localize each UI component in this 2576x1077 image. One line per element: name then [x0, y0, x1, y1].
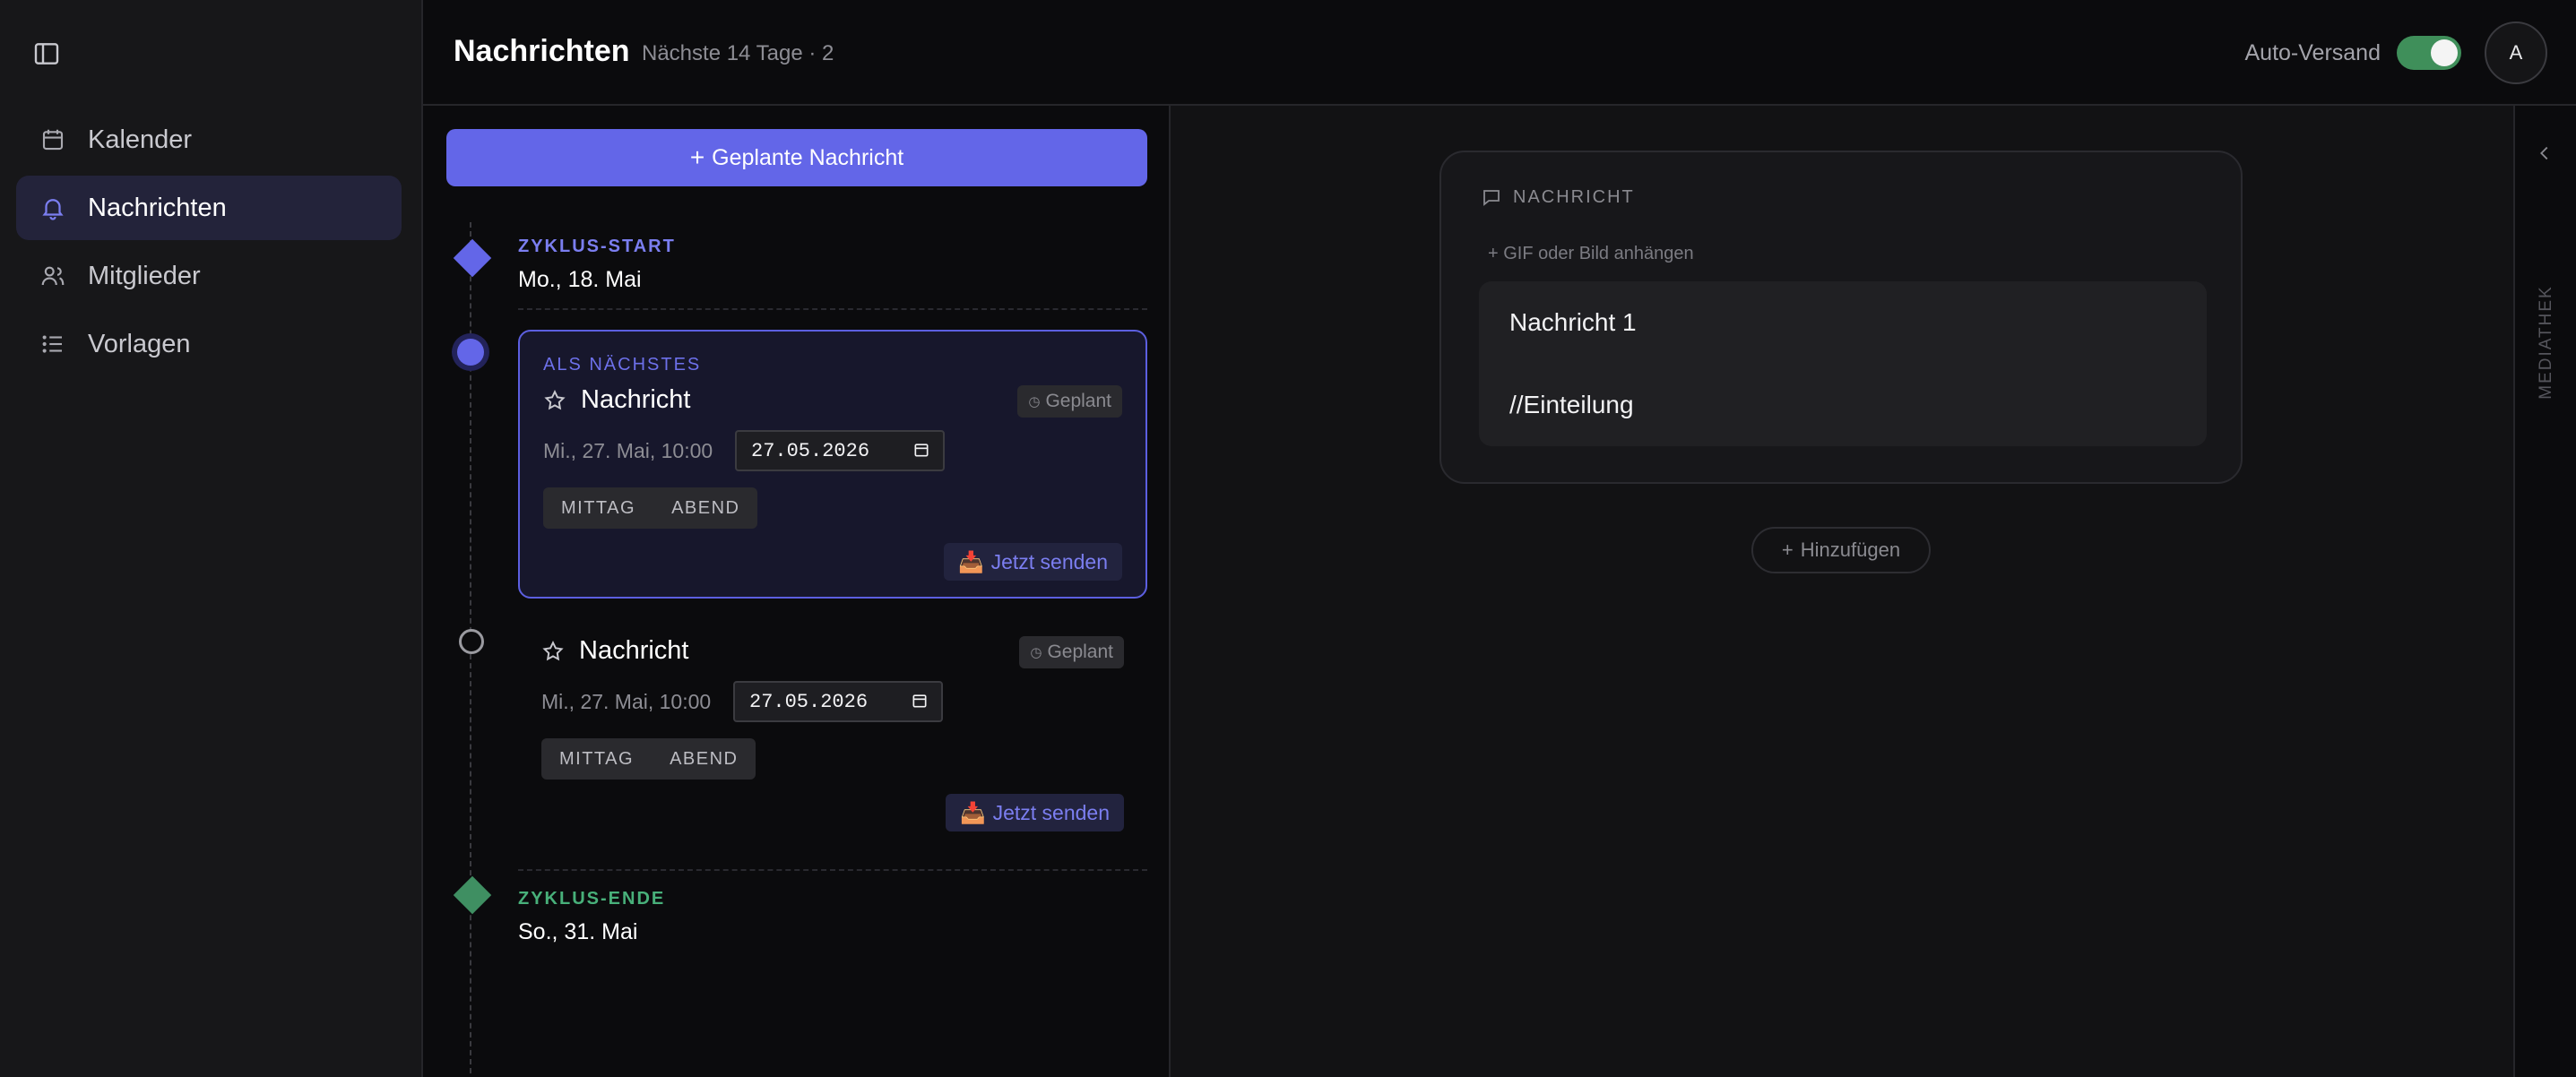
inbox-icon: 📥 — [957, 549, 984, 573]
list-icon — [38, 329, 68, 359]
calendar-picker-icon[interactable] — [911, 692, 929, 710]
chevron-left-icon[interactable] — [2535, 143, 2554, 163]
new-scheduled-message-label: Geplante Nachricht — [712, 144, 904, 170]
clock-icon: ◷ — [1028, 394, 1041, 409]
cycle-end-label: ZYKLUS-ENDE — [518, 889, 666, 909]
message-section-label: NACHRICHT — [1513, 186, 1635, 207]
next-marker-icon — [457, 339, 484, 366]
cycle-end-date: So., 31. Mai — [518, 919, 638, 944]
segment-mittag[interactable]: MITTAG — [543, 498, 653, 519]
status-badge: ◷ Geplant — [1019, 636, 1124, 668]
date-input-value: 27.05.2026 — [751, 439, 870, 462]
sidebar-item-label: Kalender — [88, 125, 193, 154]
chat-bubble-icon — [1483, 190, 1500, 206]
media-library-label-wrap: MEDIATHEK — [2526, 271, 2567, 414]
sidebar-nav: Kalender Nachrichten Mitglieder Vorlagen — [16, 108, 402, 380]
sidebar-toggle-icon[interactable] — [30, 38, 63, 70]
message-title: Nachricht — [579, 636, 689, 665]
message-section-header: NACHRICHT — [1481, 186, 1635, 208]
star-icon[interactable] — [543, 389, 566, 412]
message-line: //Einteilung — [1509, 391, 1634, 418]
message-title: Nachricht — [581, 385, 691, 414]
message-datetime: Mi., 27. Mai, 10:00 — [543, 439, 713, 462]
cycle-start-marker-icon — [453, 238, 492, 278]
status-badge-label: Geplant — [1045, 391, 1111, 411]
timeline-point-icon — [459, 629, 484, 654]
sidebar: Kalender Nachrichten Mitglieder Vorlagen — [0, 0, 423, 1077]
send-now-label: Jetzt senden — [992, 800, 1110, 824]
bell-icon — [38, 193, 68, 223]
send-now-label: Jetzt senden — [990, 549, 1108, 573]
segment-abend[interactable]: ABEND — [652, 749, 756, 770]
status-badge: ◷ Geplant — [1017, 385, 1122, 418]
timeline-panel: + Geplante Nachricht ZYKLUS-START Mo., 1… — [423, 106, 1171, 1077]
sidebar-item-mitglieder[interactable]: Mitglieder — [16, 244, 402, 308]
sidebar-item-vorlagen[interactable]: Vorlagen — [16, 312, 402, 376]
new-scheduled-message-button[interactable]: + Geplante Nachricht — [446, 129, 1147, 186]
sidebar-item-nachrichten[interactable]: Nachrichten — [16, 176, 402, 240]
message-card-editor: NACHRICHT + GIF oder Bild anhängen Nachr… — [1439, 151, 2243, 484]
toggle-knob — [2431, 39, 2458, 66]
sidebar-item-label: Mitglieder — [88, 261, 201, 290]
segment-abend[interactable]: ABEND — [653, 498, 757, 519]
cycle-end-marker-icon — [453, 875, 492, 915]
plus-icon: + — [689, 143, 705, 171]
page-header: Nachrichten Nächste 14 Tage · 2 Auto-Ver… — [423, 0, 2576, 106]
sidebar-item-kalender[interactable]: Kalender — [16, 108, 402, 172]
message-editor: NACHRICHT + GIF oder Bild anhängen Nachr… — [1171, 106, 2513, 1077]
media-library-label: MEDIATHEK — [2537, 285, 2555, 400]
message-text-area[interactable]: Nachricht 1 //Einteilung — [1479, 281, 2207, 446]
segment-mittag[interactable]: MITTAG — [541, 749, 652, 770]
sidebar-item-label: Vorlagen — [88, 329, 191, 358]
send-now-button[interactable]: 📥 Jetzt senden — [945, 794, 1124, 831]
message-datetime: Mi., 27. Mai, 10:00 — [541, 690, 712, 713]
add-button[interactable]: + Hinzufügen — [1751, 527, 1931, 573]
message-card[interactable]: Nachricht ◷ Geplant Mi., 27. Mai, 10:00 … — [518, 604, 1147, 873]
star-icon[interactable] — [541, 640, 565, 663]
cycle-start-label: ZYKLUS-START — [518, 237, 676, 256]
divider — [518, 308, 1147, 310]
time-of-day-segment: MITTAG ABEND — [543, 487, 758, 529]
plus-icon: + — [1781, 538, 1794, 561]
page-title: Nachrichten — [454, 34, 630, 68]
attach-gif-image-link[interactable]: + GIF oder Bild anhängen — [1488, 244, 1694, 264]
media-library-rail[interactable]: MEDIATHEK — [2513, 106, 2576, 1077]
inbox-icon: 📥 — [959, 800, 986, 824]
cycle-start-date: Mo., 18. Mai — [518, 267, 642, 292]
page-subtitle: Nächste 14 Tage · 2 — [642, 41, 834, 65]
auto-send-toggle[interactable] — [2397, 36, 2461, 70]
message-card-next[interactable]: ALS NÄCHSTES Nachricht ◷ Geplant Mi., 27… — [518, 330, 1147, 599]
date-input[interactable]: 27.05.2026 — [733, 681, 943, 722]
message-line: Nachricht 1 — [1509, 308, 1637, 336]
users-icon — [38, 261, 68, 291]
auto-send-label: Auto-Versand — [2244, 40, 2382, 65]
sidebar-item-label: Nachrichten — [88, 193, 227, 222]
date-input-value: 27.05.2026 — [749, 690, 869, 713]
avatar[interactable]: A — [2485, 22, 2547, 84]
add-button-label: Hinzufügen — [1800, 538, 1901, 561]
divider — [518, 869, 1147, 871]
send-now-button[interactable]: 📥 Jetzt senden — [943, 543, 1122, 581]
clock-icon: ◷ — [1030, 645, 1042, 660]
next-tag: ALS NÄCHSTES — [543, 355, 702, 375]
status-badge-label: Geplant — [1047, 642, 1113, 662]
date-input[interactable]: 27.05.2026 — [735, 430, 945, 471]
time-of-day-segment: MITTAG ABEND — [541, 738, 756, 780]
app-root: Kalender Nachrichten Mitglieder Vorlagen — [0, 0, 2576, 1077]
calendar-icon — [38, 125, 68, 155]
calendar-picker-icon[interactable] — [912, 441, 930, 459]
